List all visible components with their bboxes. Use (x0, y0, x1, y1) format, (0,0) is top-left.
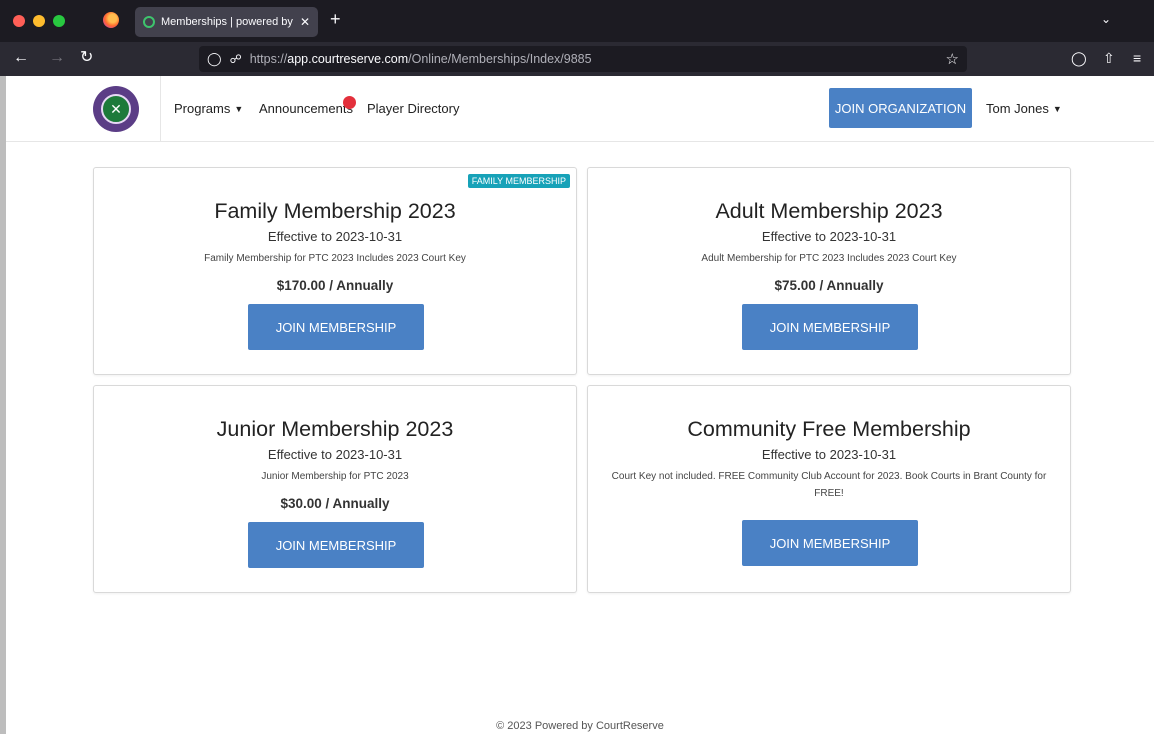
notification-dot (343, 96, 356, 109)
membership-card-adult: Adult Membership 2023 Effective to 2023-… (587, 167, 1071, 375)
user-menu[interactable]: Tom Jones ▼ (986, 101, 1062, 116)
join-membership-button[interactable]: JOIN MEMBERSHIP (742, 520, 918, 566)
membership-card-junior: Junior Membership 2023 Effective to 2023… (93, 385, 577, 593)
tennis-rackets-icon: ✕ (101, 94, 131, 124)
membership-effective: Effective to 2023-10-31 (761, 447, 897, 462)
page-footer: © 2023 Powered by CourtReserve (496, 720, 664, 732)
caret-down-icon: ▼ (234, 104, 244, 114)
tracking-shield-icon[interactable]: ◯ (207, 51, 222, 67)
bookmark-star-icon[interactable]: ☆ (946, 50, 959, 68)
membership-type-badge: FAMILY MEMBERSHIP (467, 174, 570, 188)
forward-arrow-icon[interactable]: → (49, 50, 65, 66)
site-navbar: ✕ Programs ▼ Announcements Player Directo… (6, 76, 1154, 142)
tab-favicon-icon (143, 16, 155, 28)
membership-card-community: Community Free Membership Effective to 2… (587, 385, 1071, 593)
membership-price: $170.00 / Annually (276, 278, 394, 293)
join-membership-button[interactable]: JOIN MEMBERSHIP (742, 304, 918, 350)
tab-list-chevron-icon[interactable]: ⌄ (1101, 12, 1111, 26)
share-icon[interactable]: ⇧ (1103, 50, 1115, 66)
new-tab-icon[interactable]: + (330, 10, 341, 28)
membership-card-family: FAMILY MEMBERSHIP Family Membership 2023… (93, 167, 577, 375)
membership-effective: Effective to 2023-10-31 (761, 229, 897, 244)
membership-description: Junior Membership for PTC 2023 (261, 471, 409, 482)
membership-title: Junior Membership 2023 (216, 417, 454, 441)
tab-title: Memberships | powered by CourtReserve (161, 16, 296, 28)
club-logo[interactable]: ✕ (93, 86, 139, 132)
navbar-divider (160, 76, 161, 141)
membership-title: Family Membership 2023 (214, 199, 456, 223)
nav-programs[interactable]: Programs ▼ (174, 101, 243, 116)
nav-announcements[interactable]: Announcements (259, 101, 353, 116)
membership-description: Adult Membership for PTC 2023 Includes 2… (701, 253, 957, 264)
join-membership-button[interactable]: JOIN MEMBERSHIP (248, 522, 424, 568)
maximize-window-icon[interactable] (53, 15, 65, 27)
membership-effective: Effective to 2023-10-31 (267, 229, 403, 244)
lock-icon[interactable]: ☍ (230, 52, 242, 66)
membership-effective: Effective to 2023-10-31 (267, 447, 403, 462)
url-bar[interactable]: ◯ ☍ https://app.courtreserve.com/Online/… (199, 46, 967, 72)
pocket-icon[interactable]: ◯ (1071, 50, 1087, 66)
url-text[interactable]: https://app.courtreserve.com/Online/Memb… (250, 52, 592, 66)
join-membership-button[interactable]: JOIN MEMBERSHIP (248, 304, 424, 350)
membership-title: Community Free Membership (687, 417, 971, 441)
close-window-icon[interactable] (13, 15, 25, 27)
minimize-window-icon[interactable] (33, 15, 45, 27)
join-organization-button[interactable]: JOIN ORGANIZATION (829, 88, 972, 128)
membership-price: $75.00 / Annually (774, 278, 884, 293)
menu-hamburger-icon[interactable]: ≡ (1133, 50, 1141, 66)
membership-title: Adult Membership 2023 (715, 199, 943, 223)
membership-description: Family Membership for PTC 2023 Includes … (204, 253, 466, 264)
membership-price: $30.00 / Annually (280, 496, 390, 511)
page-content: ✕ Programs ▼ Announcements Player Directo… (6, 76, 1154, 734)
back-arrow-icon[interactable]: ← (13, 50, 29, 66)
browser-tab-bar: Memberships | powered by CourtReserve ✕ … (0, 0, 1154, 42)
nav-player-directory[interactable]: Player Directory (367, 101, 459, 116)
firefox-icon (103, 12, 119, 28)
browser-tab[interactable]: Memberships | powered by CourtReserve ✕ (135, 7, 318, 37)
membership-description: Court Key not included. FREE Community C… (611, 471, 1047, 499)
caret-down-icon: ▼ (1052, 104, 1062, 114)
reload-icon[interactable]: ↻ (80, 50, 93, 66)
tab-close-icon[interactable]: ✕ (300, 15, 310, 29)
